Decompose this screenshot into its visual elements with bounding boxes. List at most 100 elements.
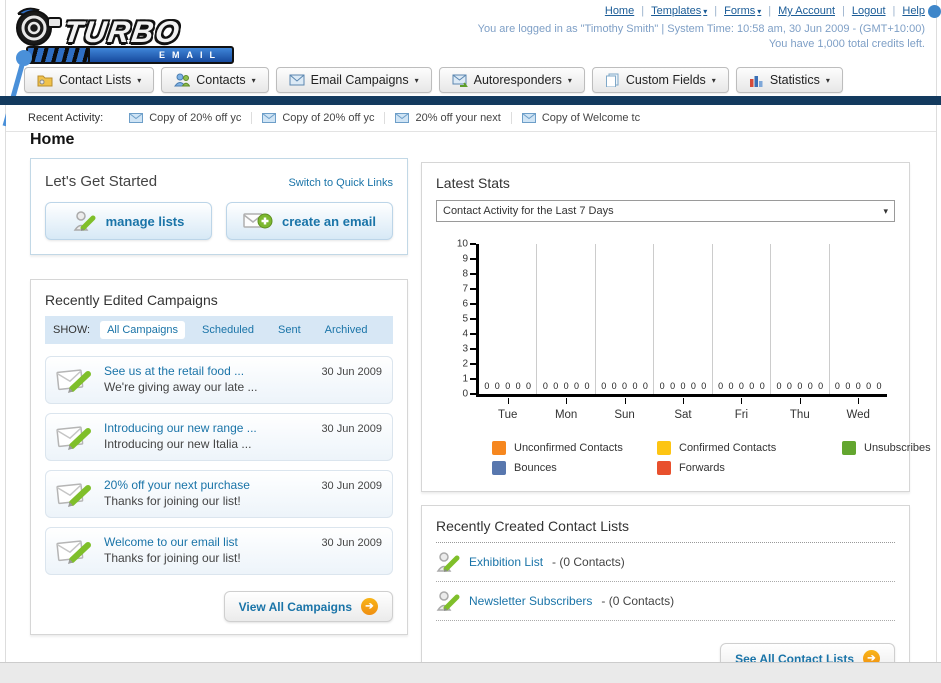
campaign-card[interactable]: 20% off your next purchase Thanks for jo… <box>45 470 393 518</box>
tab-label: Contact Lists <box>59 73 132 87</box>
y-axis-tick-label: 6 <box>462 298 468 310</box>
manage-lists-label: manage lists <box>105 213 185 229</box>
chart-group: 0 0 0 0 0 Sat <box>653 244 711 421</box>
custom-fields-pages-icon <box>605 73 619 87</box>
value-label: 0 <box>601 381 607 391</box>
chevron-down-icon: ▾ <box>251 75 256 85</box>
value-label: 0 <box>866 381 872 391</box>
y-axis-tick-label: 10 <box>456 238 468 250</box>
value-label: 0 <box>786 381 792 391</box>
value-label: 0 <box>622 381 628 391</box>
contact-list-edit-icon <box>436 552 460 572</box>
tab-contacts[interactable]: Contacts ▾ <box>161 67 269 93</box>
chart-plot-area: 0 0 0 0 0 Tue 0 0 0 0 0 Mon 0 0 0 0 0 Sun 0 0 0 0 0 Sat 0 0 0 0 0 Fri… <box>476 244 887 421</box>
recent-activity-item[interactable]: Copy of 20% off yc <box>252 112 386 124</box>
campaign-subtitle: We're giving away our late ... <box>104 380 258 394</box>
tab-autoresponders[interactable]: Autoresponders ▾ <box>438 67 585 93</box>
value-label: 0 <box>642 381 648 391</box>
nav-link-logout[interactable]: Logout <box>852 5 886 17</box>
y-axis-tick-label: 9 <box>462 253 468 265</box>
chevron-down-icon: ▾ <box>414 75 419 85</box>
contact-list-link[interactable]: Newsletter Subscribers <box>469 594 592 608</box>
campaign-title-link[interactable]: Introducing our new range ... <box>104 421 311 435</box>
campaign-title-link[interactable]: 20% off your next purchase <box>104 478 311 492</box>
y-axis-tick-label: 7 <box>462 283 468 295</box>
x-axis-label: Thu <box>789 409 810 421</box>
nav-link-forms[interactable]: Forms ▾ <box>724 5 761 17</box>
chevron-down-icon: ▾ <box>757 6 762 16</box>
value-labels: 00000 <box>537 381 594 391</box>
chevron-down-icon: ▾ <box>567 75 572 85</box>
chevron-down-icon: ▾ <box>883 205 888 216</box>
email-campaigns-envelope-icon <box>289 74 305 86</box>
contact-list-meta: - (0 Contacts) <box>601 594 675 608</box>
value-labels: 00000 <box>654 381 711 391</box>
nav-link-help[interactable]: Help <box>902 5 925 17</box>
value-label: 0 <box>690 381 696 391</box>
legend-item: Forwards <box>657 461 842 475</box>
tab-statistics[interactable]: Statistics ▾ <box>735 67 843 93</box>
recent-activity-item[interactable]: Copy of Welcome tc <box>512 112 650 124</box>
contact-list-link[interactable]: Exhibition List <box>469 555 543 569</box>
recent-activity-item[interactable]: Copy of 20% off yc <box>119 112 253 124</box>
filter-all-campaigns[interactable]: All Campaigns <box>100 321 185 339</box>
campaign-subtitle: Thanks for joining our list! <box>104 551 241 565</box>
y-axis-tick-label: 2 <box>462 358 468 370</box>
switch-quick-links[interactable]: Switch to Quick Links <box>288 177 393 189</box>
create-email-label: create an email <box>282 213 376 229</box>
x-axis-tick <box>624 398 626 404</box>
x-axis-label: Fri <box>734 409 749 421</box>
chart-group: 0 0 0 0 0 Mon <box>536 244 594 421</box>
tab-contact-lists[interactable]: Contact Lists ▾ <box>24 67 155 93</box>
tab-custom-fields[interactable]: Custom Fields ▾ <box>591 67 729 93</box>
chart-group: 0 0 0 0 0 Tue <box>479 244 536 421</box>
autoresponders-envelope-icon <box>452 74 468 87</box>
stats-period-select[interactable]: Contact Activity for the Last 7 Days ▾ <box>436 200 895 222</box>
filter-archived[interactable]: Archived <box>318 321 375 339</box>
value-label: 0 <box>553 381 559 391</box>
contact-list-item[interactable]: Newsletter Subscribers - (0 Contacts) <box>436 582 895 621</box>
recent-activity-bar: Recent Activity: Copy of 20% off yc Copy… <box>6 105 936 132</box>
get-started-title: Let's Get Started <box>45 173 158 190</box>
value-label: 0 <box>718 381 724 391</box>
contact-list-edit-icon <box>436 591 460 611</box>
y-axis-tick-label: 3 <box>462 343 468 355</box>
value-label: 0 <box>494 381 500 391</box>
app-logo[interactable]: TURBO EMAIL <box>12 4 234 64</box>
x-axis-label: Mon <box>554 409 578 421</box>
chart-group: 0 0 0 0 0 Thu <box>770 244 828 421</box>
value-labels: 00000 <box>830 381 887 391</box>
login-status: You are logged in as "Timothy Smith" | S… <box>477 23 925 35</box>
value-label: 0 <box>484 381 490 391</box>
create-email-button[interactable]: create an email <box>226 202 393 240</box>
nav-link-templates[interactable]: Templates ▾ <box>651 5 707 17</box>
nav-link-my-account[interactable]: My Account <box>778 5 835 17</box>
tab-email-campaigns[interactable]: Email Campaigns ▾ <box>275 67 432 93</box>
value-label: 0 <box>563 381 569 391</box>
campaign-card[interactable]: Introducing our new range ... Introducin… <box>45 413 393 461</box>
filter-scheduled[interactable]: Scheduled <box>195 321 261 339</box>
campaign-card[interactable]: Welcome to our email list Thanks for joi… <box>45 527 393 575</box>
x-axis-label: Wed <box>846 409 870 421</box>
footer-band <box>0 662 941 683</box>
credits-remaining: You have 1,000 total credits left. <box>768 38 925 50</box>
y-axis-tick-label: 5 <box>462 313 468 325</box>
value-label: 0 <box>797 381 803 391</box>
value-label: 0 <box>584 381 590 391</box>
campaign-title-link[interactable]: Welcome to our email list <box>104 535 311 549</box>
nav-link-home[interactable]: Home <box>605 5 634 17</box>
latest-stats-panel: Latest Stats Contact Activity for the La… <box>421 162 931 492</box>
manage-lists-button[interactable]: manage lists <box>45 202 212 240</box>
chart-group: 0 0 0 0 0 Sun <box>594 244 653 421</box>
contact-list-item[interactable]: Exhibition List - (0 Contacts) <box>436 543 895 582</box>
recent-activity-label: Recent Activity: <box>28 112 104 124</box>
chevron-down-icon: ▾ <box>711 75 716 85</box>
recent-activity-item[interactable]: 20% off your next <box>385 112 512 124</box>
stats-period-value: Contact Activity for the Last 7 Days <box>443 205 614 217</box>
campaign-title-link[interactable]: See us at the retail food ... <box>104 364 311 378</box>
view-all-campaigns-button[interactable]: View All Campaigns ➔ <box>223 591 393 622</box>
filter-sent[interactable]: Sent <box>271 321 308 339</box>
value-label: 0 <box>728 381 734 391</box>
campaign-card[interactable]: See us at the retail food ... We're givi… <box>45 356 393 404</box>
value-labels: 00000 <box>596 381 653 391</box>
